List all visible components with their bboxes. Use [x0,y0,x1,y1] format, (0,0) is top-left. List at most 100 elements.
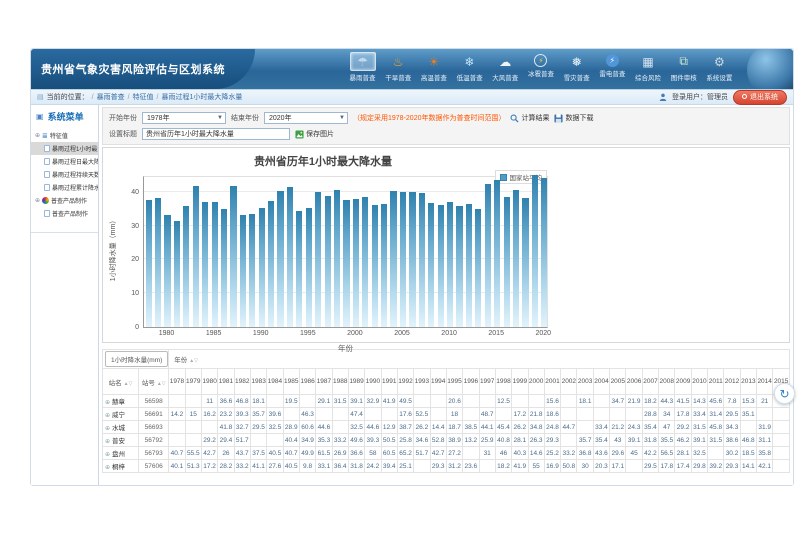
year-value-cell: 26.2 [512,421,528,434]
nav-item-label: 大风普查 [488,72,523,82]
year-column-header: 2013 [740,369,756,395]
year-value-cell [332,421,348,434]
station-name-cell: ⊕普安 [103,434,139,447]
calc-result-button[interactable]: 计算结果 [510,113,549,123]
station-name-header[interactable]: 站名▲▽ [103,369,139,395]
bar-2011 [456,206,462,327]
year-value-cell [773,434,790,447]
chart-title: 贵州省历年1小时最大降水量 [103,153,543,169]
station-id-header[interactable]: 站号▲▽ [139,369,169,395]
year-value-cell: 35.4 [642,421,658,434]
station-id-cell: 56691 [139,408,169,421]
nav-item-hail[interactable]: ⚡冰雹普查 [523,52,558,82]
year-value-cell: 34.9 [299,434,315,447]
year-value-cell: 17.4 [675,460,691,473]
year-column-header: 2014 [757,369,773,395]
year-value-cell [365,408,381,421]
year-value-cell: 35.7 [577,434,593,447]
sidebar-item[interactable]: 暴雨过程累计降水量 [31,181,98,194]
year-value-cell: 14.6 [528,447,544,460]
year-value-cell: 35.4 [593,434,609,447]
sort-icons[interactable]: ▲▽ [189,358,198,364]
y-axis-label: 1小时降水量（mm） [108,199,118,299]
sidebar-group-label: 特征值 [50,131,68,140]
bar-1983 [193,186,199,327]
nav-item-label: 雷电普查 [595,68,630,78]
year-value-cell: 34.6 [414,434,430,447]
row-expander-icon[interactable]: ⊕ [105,400,110,406]
year-column-header: 1979 [185,369,201,395]
breadcrumb-separator: / [128,94,130,101]
year-value-cell: 17.8 [675,408,691,421]
chart-title-input[interactable] [142,128,290,140]
nav-item-snow[interactable]: ❅雪灾普查 [559,52,594,82]
year-value-cell: 7.8 [724,395,740,408]
sidebar-item[interactable]: 暴雨过程1小时最大降水量 [31,142,98,155]
station-name-cell: ⊕盘州 [103,447,139,460]
nav-item-settings[interactable]: ⚙系统设置 [702,52,737,82]
year-value-cell: 33.4 [691,408,707,421]
logout-button[interactable]: 退出系统 [733,90,787,105]
bar-2004 [390,191,396,327]
sidebar-item[interactable]: 暴雨过程日最大降水量 [31,155,98,168]
x-tick-label: 2005 [394,330,410,337]
end-year-select[interactable]: 2020年▼ [264,112,348,124]
year-value-cell: 30 [577,460,593,473]
year-column-header: 1992 [397,369,413,395]
sidebar-group-普查产品制作[interactable]: ⊕普查产品制作 [31,194,98,207]
expander-icon[interactable]: ⊕ [35,197,40,204]
refresh-float-button[interactable]: ↻ [774,383,795,404]
year-value-cell: 31.8 [642,434,658,447]
row-expander-icon[interactable]: ⊕ [105,426,110,432]
row-expander-icon[interactable]: ⊕ [105,452,110,458]
sidebar-item[interactable]: 暴雨过程持续天数 [31,168,98,181]
year-column-header: 1983 [250,369,266,395]
sort-icons[interactable]: ▲▽ [124,381,133,387]
sidebar-group-特征值[interactable]: ⊕≣特征值 [31,129,98,142]
nav-item-heat[interactable]: ☀高温普查 [416,52,451,82]
year-value-cell: 50.5 [381,434,397,447]
sidebar-item[interactable]: 普查产品制作 [31,207,98,220]
row-expander-icon[interactable]: ⊕ [105,413,110,419]
nav-item-label: 雪灾普查 [559,72,594,82]
bar-2012 [466,204,472,327]
nav-item-label: 冰雹普查 [523,68,558,78]
nav-item-composite-risk[interactable]: ▦综合风险 [631,52,666,82]
nav-item-map-review[interactable]: ⧉图件审核 [666,52,701,82]
bar-2014 [485,184,491,327]
save-image-button[interactable]: 保存图片 [295,129,334,139]
year-column-header: 1982 [234,369,250,395]
row-expander-icon[interactable]: ⊕ [105,465,110,471]
year-value-cell [299,395,315,408]
year-column-header: 1978 [169,369,185,395]
nav-item-cold[interactable]: ❄低温普查 [452,52,487,82]
search-icon [510,114,519,123]
breadcrumb-link[interactable]: 暴雨普查 [97,94,125,101]
row-expander-icon[interactable]: ⊕ [105,439,110,445]
breadcrumb-link[interactable]: 特征值 [133,94,154,101]
y-tick-label: 40 [122,189,139,196]
sidebar-title: ▣ 系统菜单 [31,105,98,129]
year-value-cell: 32.7 [234,421,250,434]
table-row: ⊕水城5669341.832.729.532.528.960.644.632.5… [103,421,790,434]
nav-item-drought[interactable]: ♨干旱普查 [381,52,416,82]
year-value-cell [626,408,642,421]
year-value-cell: 39.1 [348,395,364,408]
start-year-label: 开始年份 [109,113,137,123]
year-value-cell [381,408,397,421]
nav-item-lightning[interactable]: ⚡雷电普查 [595,52,630,82]
year-value-cell: 27.2 [446,447,462,460]
bar-1978 [146,200,152,327]
year-value-cell: 16.9 [544,460,560,473]
data-download-button[interactable]: 数据下载 [554,113,593,123]
expander-icon[interactable]: ⊕ [35,132,40,139]
breadcrumb-link[interactable]: 暴雨过程1小时最大降水量 [161,94,242,101]
nav-item-rainstorm[interactable]: ☂暴雨普查 [345,52,380,82]
start-year-select[interactable]: 1978年▼ [142,112,226,124]
year-value-cell: 15 [185,408,201,421]
sidebar-item-label: 暴雨过程累计降水量 [52,183,98,192]
year-value-cell: 34.3 [724,421,740,434]
sort-icons[interactable]: ▲▽ [157,381,166,387]
nav-item-wind[interactable]: ☁大风普查 [488,52,523,82]
nav-item-label: 综合风险 [631,72,666,82]
